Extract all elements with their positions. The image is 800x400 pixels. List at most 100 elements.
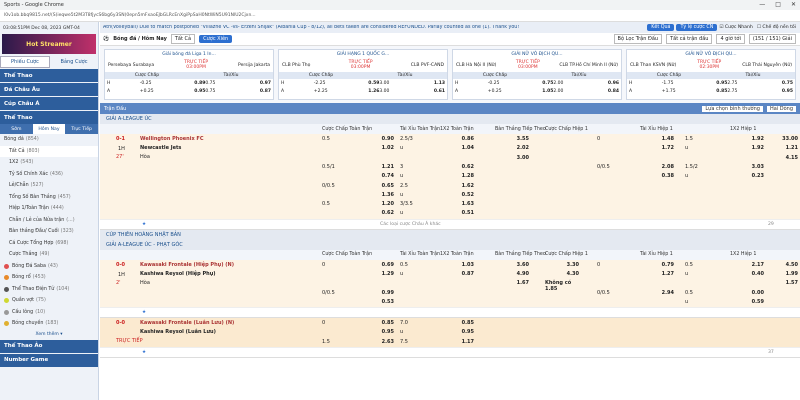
odds-button[interactable]: 3.30 bbox=[545, 262, 579, 268]
odds-button[interactable]: 0.52 bbox=[440, 192, 474, 198]
sport-menu-item[interactable]: Cầu lông (10) bbox=[0, 307, 98, 319]
odds-button[interactable]: 2.08 bbox=[640, 164, 674, 170]
odds-button[interactable]: 1.27 bbox=[640, 271, 674, 277]
odds-value[interactable]: 0.84 bbox=[586, 89, 619, 94]
minimize-button[interactable]: — bbox=[759, 1, 765, 8]
view-select[interactable]: Hai Dòng bbox=[766, 105, 796, 112]
odds-button[interactable]: 3.60 bbox=[495, 262, 529, 268]
sport-menu-item[interactable]: Chẵn / Lẻ của Nửa trận (...) bbox=[0, 215, 98, 227]
odds-button[interactable]: 1.02 bbox=[360, 145, 394, 151]
odds-type-select[interactable]: Tỷ lệ cược CN bbox=[676, 24, 718, 31]
favorite-star-icon[interactable]: ★ bbox=[142, 222, 146, 227]
odds-button[interactable]: Không có 1.85 bbox=[545, 280, 579, 292]
quick-bet-toggle[interactable]: ☑ Cược Nhanh bbox=[719, 25, 753, 30]
odds-button[interactable]: 0.62 bbox=[440, 164, 474, 170]
parlay-button[interactable]: Cược Xiên bbox=[199, 35, 233, 43]
odds-button[interactable]: 1.17 bbox=[440, 339, 474, 345]
odds-button[interactable]: 4.30 bbox=[545, 271, 579, 277]
sport-menu-item[interactable]: Cá Cược Tổng Hợp (698) bbox=[0, 238, 98, 250]
tab-bet-list[interactable]: Bảng Cược bbox=[50, 56, 98, 68]
odds-value[interactable]: 1.05 bbox=[521, 89, 553, 94]
sport-menu-item[interactable]: Bóng chuyền (183) bbox=[0, 318, 98, 330]
highlight-card[interactable]: Giải bóng đá Liga 1 In... Persebaya Surab… bbox=[104, 49, 274, 100]
odds-button[interactable]: 1.20 bbox=[360, 201, 394, 207]
sport-menu-item[interactable]: Thể Thao Điện Tử (104) bbox=[0, 284, 98, 296]
odds-button[interactable]: 2.63 bbox=[360, 339, 394, 345]
section-asia-cup[interactable]: Cúp Châu Á bbox=[0, 97, 98, 110]
odds-button[interactable]: 1.04 bbox=[440, 145, 474, 151]
sport-menu-item[interactable]: Tổng Số Bàn Thắng (457) bbox=[0, 192, 98, 204]
more-count[interactable]: 29 bbox=[768, 222, 774, 227]
section-sport-menu[interactable]: Thể Thao bbox=[0, 111, 98, 124]
odds-button[interactable]: 1.67 bbox=[495, 280, 529, 286]
league-header[interactable]: GIẢI A-LEAGUE ÚC - PHẠT GÓC bbox=[100, 239, 800, 250]
odds-button[interactable]: 0.23 bbox=[730, 173, 764, 179]
sport-menu-item[interactable]: Hiệp 1/Toàn Trận (444) bbox=[0, 203, 98, 215]
section-number-game[interactable]: Number Game bbox=[0, 353, 98, 367]
tab-early[interactable]: Sớm bbox=[0, 124, 33, 134]
sport-menu-item[interactable]: Bóng rổ (453) bbox=[0, 272, 98, 284]
odds-value[interactable]: 0.59 bbox=[347, 81, 379, 86]
highlight-card[interactable]: GIẢI HẠNG 1 QUỐC G... CLB Phù Thọ TRỰC TIẾ… bbox=[278, 49, 448, 100]
odds-button[interactable]: 1.99 bbox=[772, 271, 798, 277]
odds-button[interactable]: 2.94 bbox=[640, 290, 674, 296]
odds-button[interactable]: 0.99 bbox=[360, 290, 394, 296]
tab-today[interactable]: Hôm Nay bbox=[32, 124, 66, 134]
odds-button[interactable]: 0.51 bbox=[440, 210, 474, 216]
odds-button[interactable]: 0.86 bbox=[440, 136, 474, 142]
odds-button[interactable]: 0.85 bbox=[360, 320, 394, 326]
odds-value[interactable]: 0.95 bbox=[695, 81, 727, 86]
sort-select[interactable]: Lựa chọn bình thường bbox=[702, 105, 763, 112]
odds-button[interactable]: 2.02 bbox=[495, 145, 529, 151]
odds-button[interactable]: 1.03 bbox=[440, 262, 474, 268]
sport-menu-item[interactable]: Bóng đá (854) bbox=[0, 134, 98, 146]
odds-button[interactable]: 1.48 bbox=[640, 136, 674, 142]
section-virtual[interactable]: Thể Thao Ảo bbox=[0, 339, 98, 353]
odds-button[interactable]: 0.65 bbox=[360, 183, 394, 189]
odds-button[interactable]: 0.53 bbox=[360, 299, 394, 305]
odds-button[interactable]: 1.21 bbox=[772, 145, 798, 151]
promo-banner[interactable]: Hot Streamer bbox=[2, 34, 96, 54]
league-header[interactable]: CÚP THIÊN HOÀNG NHẬT BẢN bbox=[100, 229, 800, 240]
address-bar[interactable]: l0v1ob.bbq9815.net/(S(ieqwe5t2M3T8fjycS6… bbox=[0, 10, 800, 22]
odds-button[interactable]: 0.69 bbox=[360, 262, 394, 268]
sport-menu-item[interactable]: Cược Thắng (49) bbox=[0, 249, 98, 261]
odds-value[interactable]: 0.89 bbox=[173, 81, 205, 86]
all-matches-select[interactable]: Tất cả trận đấu bbox=[666, 34, 713, 44]
odds-value[interactable]: 0.85 bbox=[695, 89, 727, 94]
odds-value[interactable]: 0.75 bbox=[760, 81, 793, 86]
odds-button[interactable]: 1.62 bbox=[440, 183, 474, 189]
highlight-card[interactable]: GIẢI NỮ VÔ ĐỊCH QU... CLB Hà Nội II (Nữ) T… bbox=[452, 49, 622, 100]
odds-button[interactable]: 1.36 bbox=[360, 192, 394, 198]
section-sports[interactable]: Thể Thao bbox=[0, 69, 98, 82]
odds-value[interactable]: 0.75 bbox=[521, 81, 553, 86]
odds-value[interactable]: 0.95 bbox=[760, 89, 793, 94]
odds-button[interactable]: 4.15 bbox=[772, 155, 798, 161]
odds-button[interactable]: 1.72 bbox=[640, 145, 674, 151]
odds-button[interactable]: 0.79 bbox=[640, 262, 674, 268]
odds-value[interactable]: 0.87 bbox=[238, 89, 271, 94]
favorite-star-icon[interactable]: ★ bbox=[142, 310, 146, 315]
odds-button[interactable]: 3.55 bbox=[495, 136, 529, 142]
odds-value[interactable]: 1.13 bbox=[412, 81, 445, 86]
more-markets-link[interactable]: Các loại cược Châu Á khác bbox=[380, 222, 441, 227]
sport-menu-item[interactable]: 1X2 (543) bbox=[0, 157, 98, 169]
odds-button[interactable]: 4.90 bbox=[495, 271, 529, 277]
odds-value[interactable]: 0.96 bbox=[586, 81, 619, 86]
favorite-star-icon[interactable]: ★ bbox=[142, 350, 146, 355]
odds-value[interactable]: 0.61 bbox=[412, 89, 445, 94]
section-europe[interactable]: Đá Châu Âu bbox=[0, 83, 98, 96]
more-count[interactable]: 37 bbox=[768, 350, 774, 355]
league-count[interactable]: (151 / 151) Giải bbox=[748, 34, 796, 44]
odds-button[interactable]: 3.03 bbox=[730, 164, 764, 170]
time-select[interactable]: 4 giờ tới bbox=[716, 34, 745, 44]
odds-button[interactable]: 0.87 bbox=[440, 271, 474, 277]
results-button[interactable]: Kết Quả bbox=[647, 24, 675, 31]
tab-live[interactable]: Trực Tiếp bbox=[65, 124, 98, 134]
sport-menu-item[interactable]: Lẻ/Chẵn (527) bbox=[0, 180, 98, 192]
odds-button[interactable]: 1.63 bbox=[440, 201, 474, 207]
odds-button[interactable]: 33.00 bbox=[772, 136, 798, 142]
tab-betslip[interactable]: Phiếu Cược bbox=[0, 56, 50, 68]
odds-button[interactable]: 1.92 bbox=[730, 145, 764, 151]
odds-button[interactable]: 1.57 bbox=[772, 280, 798, 286]
